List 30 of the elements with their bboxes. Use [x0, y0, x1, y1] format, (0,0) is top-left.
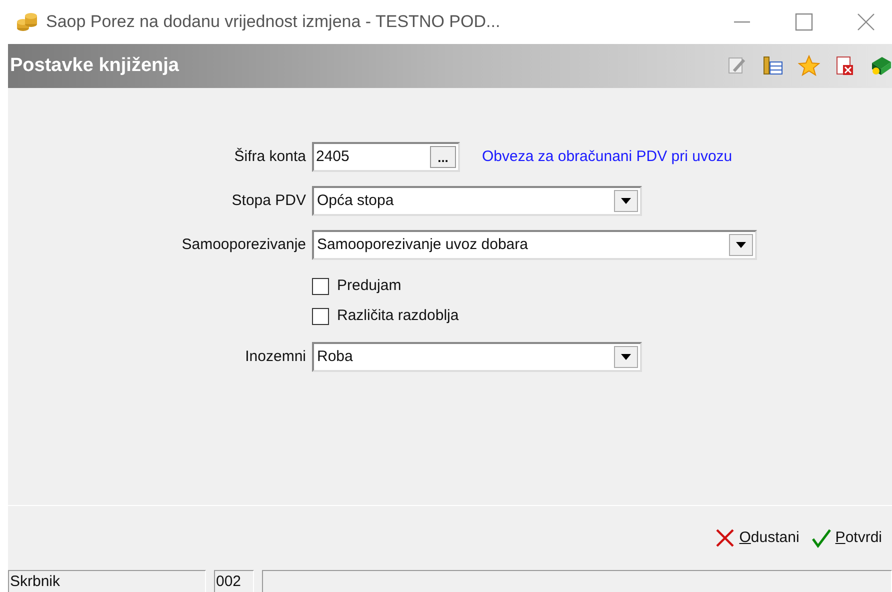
- close-icon: [715, 528, 736, 548]
- dropdown-field[interactable]: Roba: [312, 342, 642, 372]
- dropdown-field[interactable]: Samooporezivanje uvoz dobara: [312, 230, 757, 260]
- star-icon[interactable]: [798, 55, 820, 77]
- status-cell: 002: [214, 570, 254, 592]
- checkbox-option[interactable]: Različita razdoblja: [312, 304, 459, 328]
- checkmark-icon: [811, 528, 832, 548]
- dropdown-arrow-icon: [736, 242, 746, 248]
- field-label: Samooporezivanje: [182, 236, 306, 253]
- close-icon[interactable]: [856, 12, 876, 32]
- field-label: Šifra konta: [234, 148, 306, 165]
- status-cell: Skrbnik: [8, 570, 206, 592]
- cancel-button[interactable]: Odustani: [715, 526, 800, 550]
- window-title: Saop Porez na dodanu vrijednost izmjena - TESTNO POD...: [46, 11, 500, 34]
- browse-button[interactable]: ...: [430, 146, 456, 168]
- columns-icon[interactable]: [762, 55, 784, 77]
- field-label: Stopa PDV: [232, 192, 306, 209]
- maximize-icon[interactable]: [794, 12, 814, 32]
- checkbox-option[interactable]: Predujam: [312, 274, 402, 298]
- delete-document-icon[interactable]: [834, 55, 856, 77]
- account-code-field[interactable]: 2405 ...: [312, 142, 460, 172]
- confirm-button[interactable]: Potvrdi: [811, 526, 882, 550]
- coins-icon: [16, 12, 38, 32]
- account-description: Obveza za obračunani PDV pri uvozu: [482, 146, 732, 167]
- panel-title: Postavke knjiženja: [10, 54, 179, 78]
- field-label: Inozemni: [245, 348, 306, 365]
- dropdown-arrow-icon: [621, 354, 631, 360]
- help-book-icon[interactable]: [870, 55, 892, 77]
- dropdown-arrow-icon: [621, 198, 631, 204]
- dropdown-field[interactable]: Opća stopa: [312, 186, 642, 216]
